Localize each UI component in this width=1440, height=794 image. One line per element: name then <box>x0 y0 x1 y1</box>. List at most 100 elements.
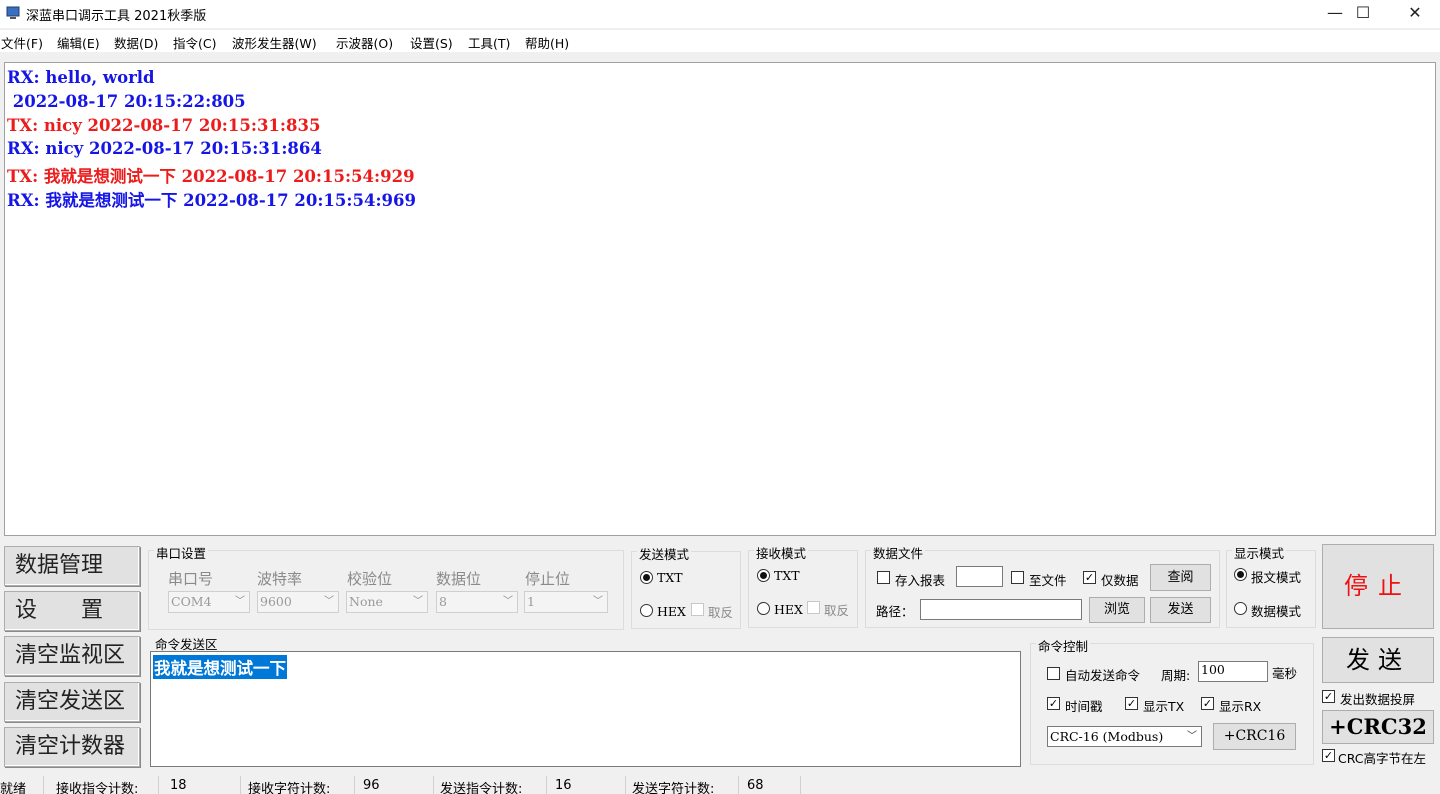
status-bar: 就绪 接收指令计数: 18 接收字符计数: 96 发送指令计数: 16 发送字符… <box>0 775 1440 794</box>
timestamp-label: 时间戳 <box>1065 699 1103 714</box>
period-input[interactable]: 100 <box>1198 661 1268 682</box>
port-label: 串口号 <box>168 570 214 588</box>
menu-waveform[interactable]: 波形发生器(W) <box>232 33 317 52</box>
save-report-checkbox[interactable] <box>877 571 890 584</box>
log-line: TX: 我就是想测试一下 2022-08-17 20:15:54:929 <box>7 167 415 186</box>
parity-label: 校验位 <box>347 570 393 588</box>
status-ready: 就绪 <box>0 782 27 794</box>
recv-mode-group: 接收模式 TXT HEX 取反 <box>748 543 858 628</box>
recv-cmd-count-label: 接收指令计数: <box>56 782 139 794</box>
send-invert-label: 取反 <box>708 605 734 620</box>
echo-label: 发出数据投屏 <box>1340 692 1416 707</box>
databits-label: 数据位 <box>436 570 482 588</box>
timestamp-checkbox[interactable]: ✓ <box>1047 697 1060 710</box>
menu-bar: 文件(F) 编辑(E) 数据(D) 指令(C) 波形发生器(W) 示波器(O) … <box>0 30 1440 52</box>
menu-oscilloscope[interactable]: 示波器(O) <box>336 33 393 52</box>
cmd-send-text: 我就是想测试一下 <box>153 655 287 679</box>
recv-txt-radio[interactable] <box>757 569 770 582</box>
menu-data[interactable]: 数据(D) <box>114 33 158 52</box>
menu-settings[interactable]: 设置(S) <box>410 33 453 52</box>
send-txt-label: TXT <box>657 570 683 585</box>
port-select[interactable]: COM4 ﹀ <box>168 591 250 613</box>
send-invert-checkbox[interactable] <box>691 603 704 616</box>
monitor-area[interactable]: RX: hello, world 2022-08-17 20:15:22:805… <box>4 62 1436 536</box>
parity-value: None <box>349 594 383 609</box>
send-txt-radio[interactable] <box>640 571 653 584</box>
report-input[interactable] <box>956 566 1003 587</box>
menu-file[interactable]: 文件(F) <box>1 33 43 52</box>
clear-counter-button[interactable]: 清空计数器 <box>4 727 140 767</box>
recv-mode-title: 接收模式 <box>754 543 809 562</box>
databits-value: 8 <box>439 594 447 609</box>
chevron-down-icon: ﹀ <box>235 596 245 607</box>
parity-select[interactable]: None ﹀ <box>346 591 428 613</box>
status-separator <box>800 776 801 794</box>
stop-button[interactable]: 停止 <box>1322 544 1434 629</box>
show-tx-checkbox[interactable]: ✓ <box>1125 697 1138 710</box>
status-separator <box>43 776 44 794</box>
send-hex-radio[interactable] <box>640 604 653 617</box>
to-file-label: 至文件 <box>1029 573 1067 588</box>
cmd-control-title: 命令控制 <box>1036 636 1091 655</box>
stopbits-select[interactable]: 1 ﹀ <box>524 591 608 613</box>
auto-send-label: 自动发送命令 <box>1065 668 1141 683</box>
stopbits-label: 停止位 <box>525 570 571 588</box>
data-file-group: 数据文件 存入报表 至文件 ✓ 仅数据 查阅 路径： 浏览 发送 <box>865 543 1220 628</box>
crc-high-left-checkbox[interactable]: ✓ <box>1322 749 1335 762</box>
send-cmd-count-label: 发送指令计数: <box>440 782 523 794</box>
status-separator <box>625 776 626 794</box>
menu-command[interactable]: 指令(C) <box>173 33 216 52</box>
recv-char-count-label: 接收字符计数: <box>248 782 331 794</box>
baud-select[interactable]: 9600 ﹀ <box>257 591 339 613</box>
clear-send-button[interactable]: 清空发送区 <box>4 682 140 722</box>
ms-label: 毫秒 <box>1272 666 1298 681</box>
crc32-button[interactable]: +CRC32 <box>1322 710 1434 744</box>
status-separator <box>240 776 241 794</box>
data-manage-button[interactable]: 数据管理 <box>4 546 140 586</box>
maximize-button[interactable]: ☐ <box>1336 0 1390 28</box>
file-send-button[interactable]: 发送 <box>1150 597 1211 623</box>
chevron-down-icon: ﹀ <box>324 596 334 607</box>
report-mode-radio[interactable] <box>1234 568 1247 581</box>
serial-settings-title: 串口设置 <box>154 543 209 562</box>
recv-txt-label: TXT <box>774 568 800 583</box>
to-file-checkbox[interactable] <box>1011 571 1024 584</box>
log-line: 2022-08-17 20:15:22:805 <box>7 92 246 111</box>
status-separator <box>354 776 355 794</box>
databits-select[interactable]: 8 ﹀ <box>436 591 518 613</box>
crc-type-select[interactable]: CRC-16 (Modbus) ﹀ <box>1047 726 1202 747</box>
send-char-count-value: 68 <box>747 778 764 793</box>
cmd-send-textarea[interactable]: 我就是想测试一下 <box>150 651 1021 767</box>
send-char-count-label: 发送字符计数: <box>632 782 715 794</box>
path-label: 路径： <box>876 604 914 619</box>
browse-button[interactable]: 浏览 <box>1089 597 1145 623</box>
auto-send-checkbox[interactable] <box>1047 667 1060 680</box>
recv-invert-checkbox[interactable] <box>807 601 820 614</box>
log-line: RX: nicy 2022-08-17 20:15:31:864 <box>7 139 322 158</box>
status-separator <box>433 776 434 794</box>
close-button[interactable]: ✕ <box>1390 0 1440 28</box>
port-value: COM4 <box>171 594 212 609</box>
echo-checkbox[interactable]: ✓ <box>1322 690 1335 703</box>
recv-hex-radio[interactable] <box>757 602 770 615</box>
cmd-control-group: 命令控制 自动发送命令 周期: 100 毫秒 ✓ 时间戳 ✓ 显示TX ✓ 显示… <box>1030 636 1314 765</box>
data-mode-radio[interactable] <box>1234 602 1247 615</box>
send-button[interactable]: 发送 <box>1322 637 1434 683</box>
baud-value: 9600 <box>260 594 292 609</box>
settings-button[interactable]: 设 置 <box>4 591 140 631</box>
send-cmd-count-value: 16 <box>555 778 572 793</box>
menu-tools[interactable]: 工具(T) <box>468 33 510 52</box>
data-only-checkbox[interactable]: ✓ <box>1083 571 1096 584</box>
menu-help[interactable]: 帮助(H) <box>525 33 569 52</box>
serial-settings-group: 串口设置 串口号 波特率 校验位 数据位 停止位 COM4 ﹀ 9600 ﹀ Non… <box>148 543 624 630</box>
menu-edit[interactable]: 编辑(E) <box>57 33 100 52</box>
path-input[interactable] <box>920 599 1082 620</box>
clear-monitor-button[interactable]: 清空监视区 <box>4 636 140 676</box>
recv-hex-label: HEX <box>774 602 803 617</box>
crc16-button[interactable]: +CRC16 <box>1213 723 1296 750</box>
log-line: TX: nicy 2022-08-17 20:15:31:835 <box>7 116 321 135</box>
query-button[interactable]: 查阅 <box>1150 564 1211 591</box>
status-separator <box>546 776 547 794</box>
show-rx-checkbox[interactable]: ✓ <box>1201 697 1214 710</box>
recv-invert-label: 取反 <box>824 603 850 618</box>
